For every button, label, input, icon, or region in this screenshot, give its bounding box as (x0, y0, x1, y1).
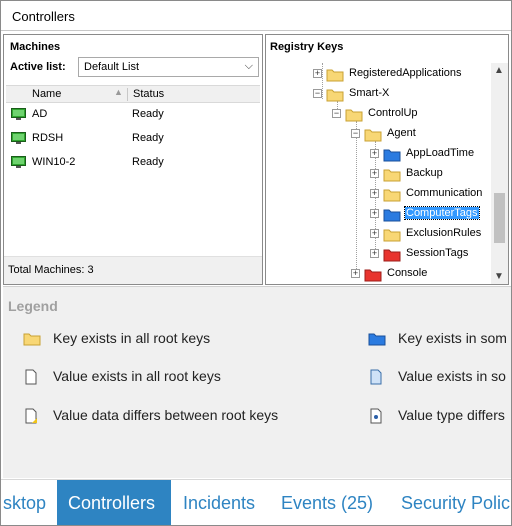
expand-icon[interactable]: + (370, 149, 379, 158)
collapse-icon[interactable]: − (332, 109, 341, 118)
tree-node-label: Backup (406, 167, 443, 179)
active-list-label: Active list: (10, 61, 66, 73)
folder-blue-icon (368, 333, 386, 346)
value-type-differs-icon (370, 408, 382, 424)
collapse-icon[interactable]: − (313, 89, 322, 98)
machines-grid-header: Name ▲ Status (6, 85, 260, 103)
folder-blue-icon (383, 209, 401, 222)
title-bar: Controllers (1, 1, 511, 31)
tree-line (356, 121, 357, 273)
scroll-up-icon[interactable]: ▲ (494, 65, 504, 76)
folder-yellow-icon (383, 189, 401, 202)
table-row[interactable]: AD Ready (6, 105, 260, 125)
legend-text: Key exists in som (398, 330, 507, 346)
tree-node-label: RegisteredApplications (349, 67, 462, 79)
registry-keys-panel: Registry Keys + RegisteredApplications − Sm… (265, 34, 509, 285)
value-blue-icon (370, 369, 382, 385)
tab-incidents[interactable]: Incidents (171, 480, 269, 525)
expand-icon[interactable]: + (351, 269, 360, 278)
machine-name: WIN10-2 (32, 156, 76, 168)
column-separator[interactable] (127, 88, 128, 101)
active-list-dropdown[interactable]: Default List ⌵ (78, 57, 259, 77)
total-machines: Total Machines: 3 (8, 264, 94, 276)
legend-text: Value exists in so (398, 368, 506, 384)
column-header-name[interactable]: Name (32, 88, 61, 100)
computer-icon (11, 156, 26, 168)
scroll-down-icon[interactable]: ▼ (494, 271, 504, 282)
folder-yellow-icon (364, 129, 382, 142)
legend-panel: Legend Key exists in all root keys Key e… (3, 286, 511, 478)
chevron-down-icon: ⌵ (244, 60, 253, 72)
folder-red-icon (383, 249, 401, 262)
folder-yellow-icon (23, 333, 41, 346)
window-title: Controllers (12, 9, 75, 24)
legend-text: Key exists in all root keys (53, 330, 211, 346)
table-row[interactable]: WIN10-2 Ready (6, 153, 260, 173)
tree-node-label: Communication (406, 187, 483, 199)
tree-node-label: Console (387, 267, 428, 279)
collapse-icon[interactable]: − (351, 129, 360, 138)
tab-events[interactable]: Events (25) (269, 480, 387, 525)
folder-red-icon (364, 269, 382, 282)
folder-blue-icon (383, 149, 401, 162)
value-data-differs-icon (25, 408, 37, 424)
active-list-value: Default List (84, 61, 140, 73)
tree-line (322, 63, 323, 99)
tab-desktop[interactable]: sktop (1, 480, 57, 525)
tree-node-label: ExclusionRules (406, 227, 482, 239)
column-header-status[interactable]: Status (133, 88, 164, 100)
expand-icon[interactable]: + (370, 229, 379, 238)
machine-status: Ready (132, 108, 164, 120)
tab-controllers[interactable]: Controllers (57, 480, 171, 525)
machine-status: Ready (132, 156, 164, 168)
expand-icon[interactable]: + (313, 69, 322, 78)
tab-label: Events (25) (281, 493, 374, 513)
computer-icon (11, 132, 26, 144)
legend-text: Value type differs (398, 407, 505, 423)
computer-icon (11, 108, 26, 120)
tab-label: sktop (3, 493, 47, 513)
machines-heading: Machines (10, 41, 61, 53)
machines-panel: Machines Active list: Default List ⌵ Nam… (3, 34, 263, 285)
sort-ascending-icon: ▲ (114, 87, 123, 97)
value-white-icon (25, 369, 37, 385)
tab-label: Controllers (68, 493, 156, 513)
table-row[interactable]: RDSH Ready (6, 129, 260, 149)
registry-keys-heading: Registry Keys (270, 41, 344, 53)
folder-yellow-icon (326, 69, 344, 82)
tab-label: Incidents (183, 493, 256, 513)
folder-yellow-icon (383, 169, 401, 182)
expand-icon[interactable]: + (370, 249, 379, 258)
expand-icon[interactable]: + (370, 169, 379, 178)
tree-node-label: SessionTags (406, 247, 469, 259)
tab-security-policy[interactable]: Security Polic (387, 480, 511, 525)
expand-icon[interactable]: + (370, 209, 379, 218)
scrollbar-thumb[interactable] (494, 193, 505, 243)
legend-text: Value data differs between root keys (53, 407, 279, 423)
machine-name: AD (32, 108, 48, 120)
legend-text: Value exists in all root keys (53, 368, 221, 384)
tab-label: Security Polic (401, 493, 511, 513)
bottom-tab-bar: sktop Controllers Incidents Events (25) … (1, 479, 511, 525)
tree-node-label: ComputerTags (404, 206, 480, 220)
tree-node-label: ControlUp (368, 107, 418, 119)
folder-yellow-icon (326, 89, 344, 102)
legend-title: Legend (8, 298, 58, 314)
folder-yellow-icon (383, 229, 401, 242)
tree-node-label: Agent (387, 127, 416, 139)
machine-name: RDSH (32, 132, 64, 144)
controllers-window: Controllers Machines Active list: Defaul… (0, 0, 512, 526)
tree-node-label: AppLoadTime (406, 147, 475, 159)
tree-node-label: Smart-X (349, 87, 390, 99)
machines-footer: Total Machines: 3 (4, 256, 262, 284)
machine-status: Ready (132, 132, 164, 144)
expand-icon[interactable]: + (370, 189, 379, 198)
tree-scrollbar[interactable]: ▲ ▼ (491, 63, 508, 284)
folder-yellow-icon (345, 109, 363, 122)
